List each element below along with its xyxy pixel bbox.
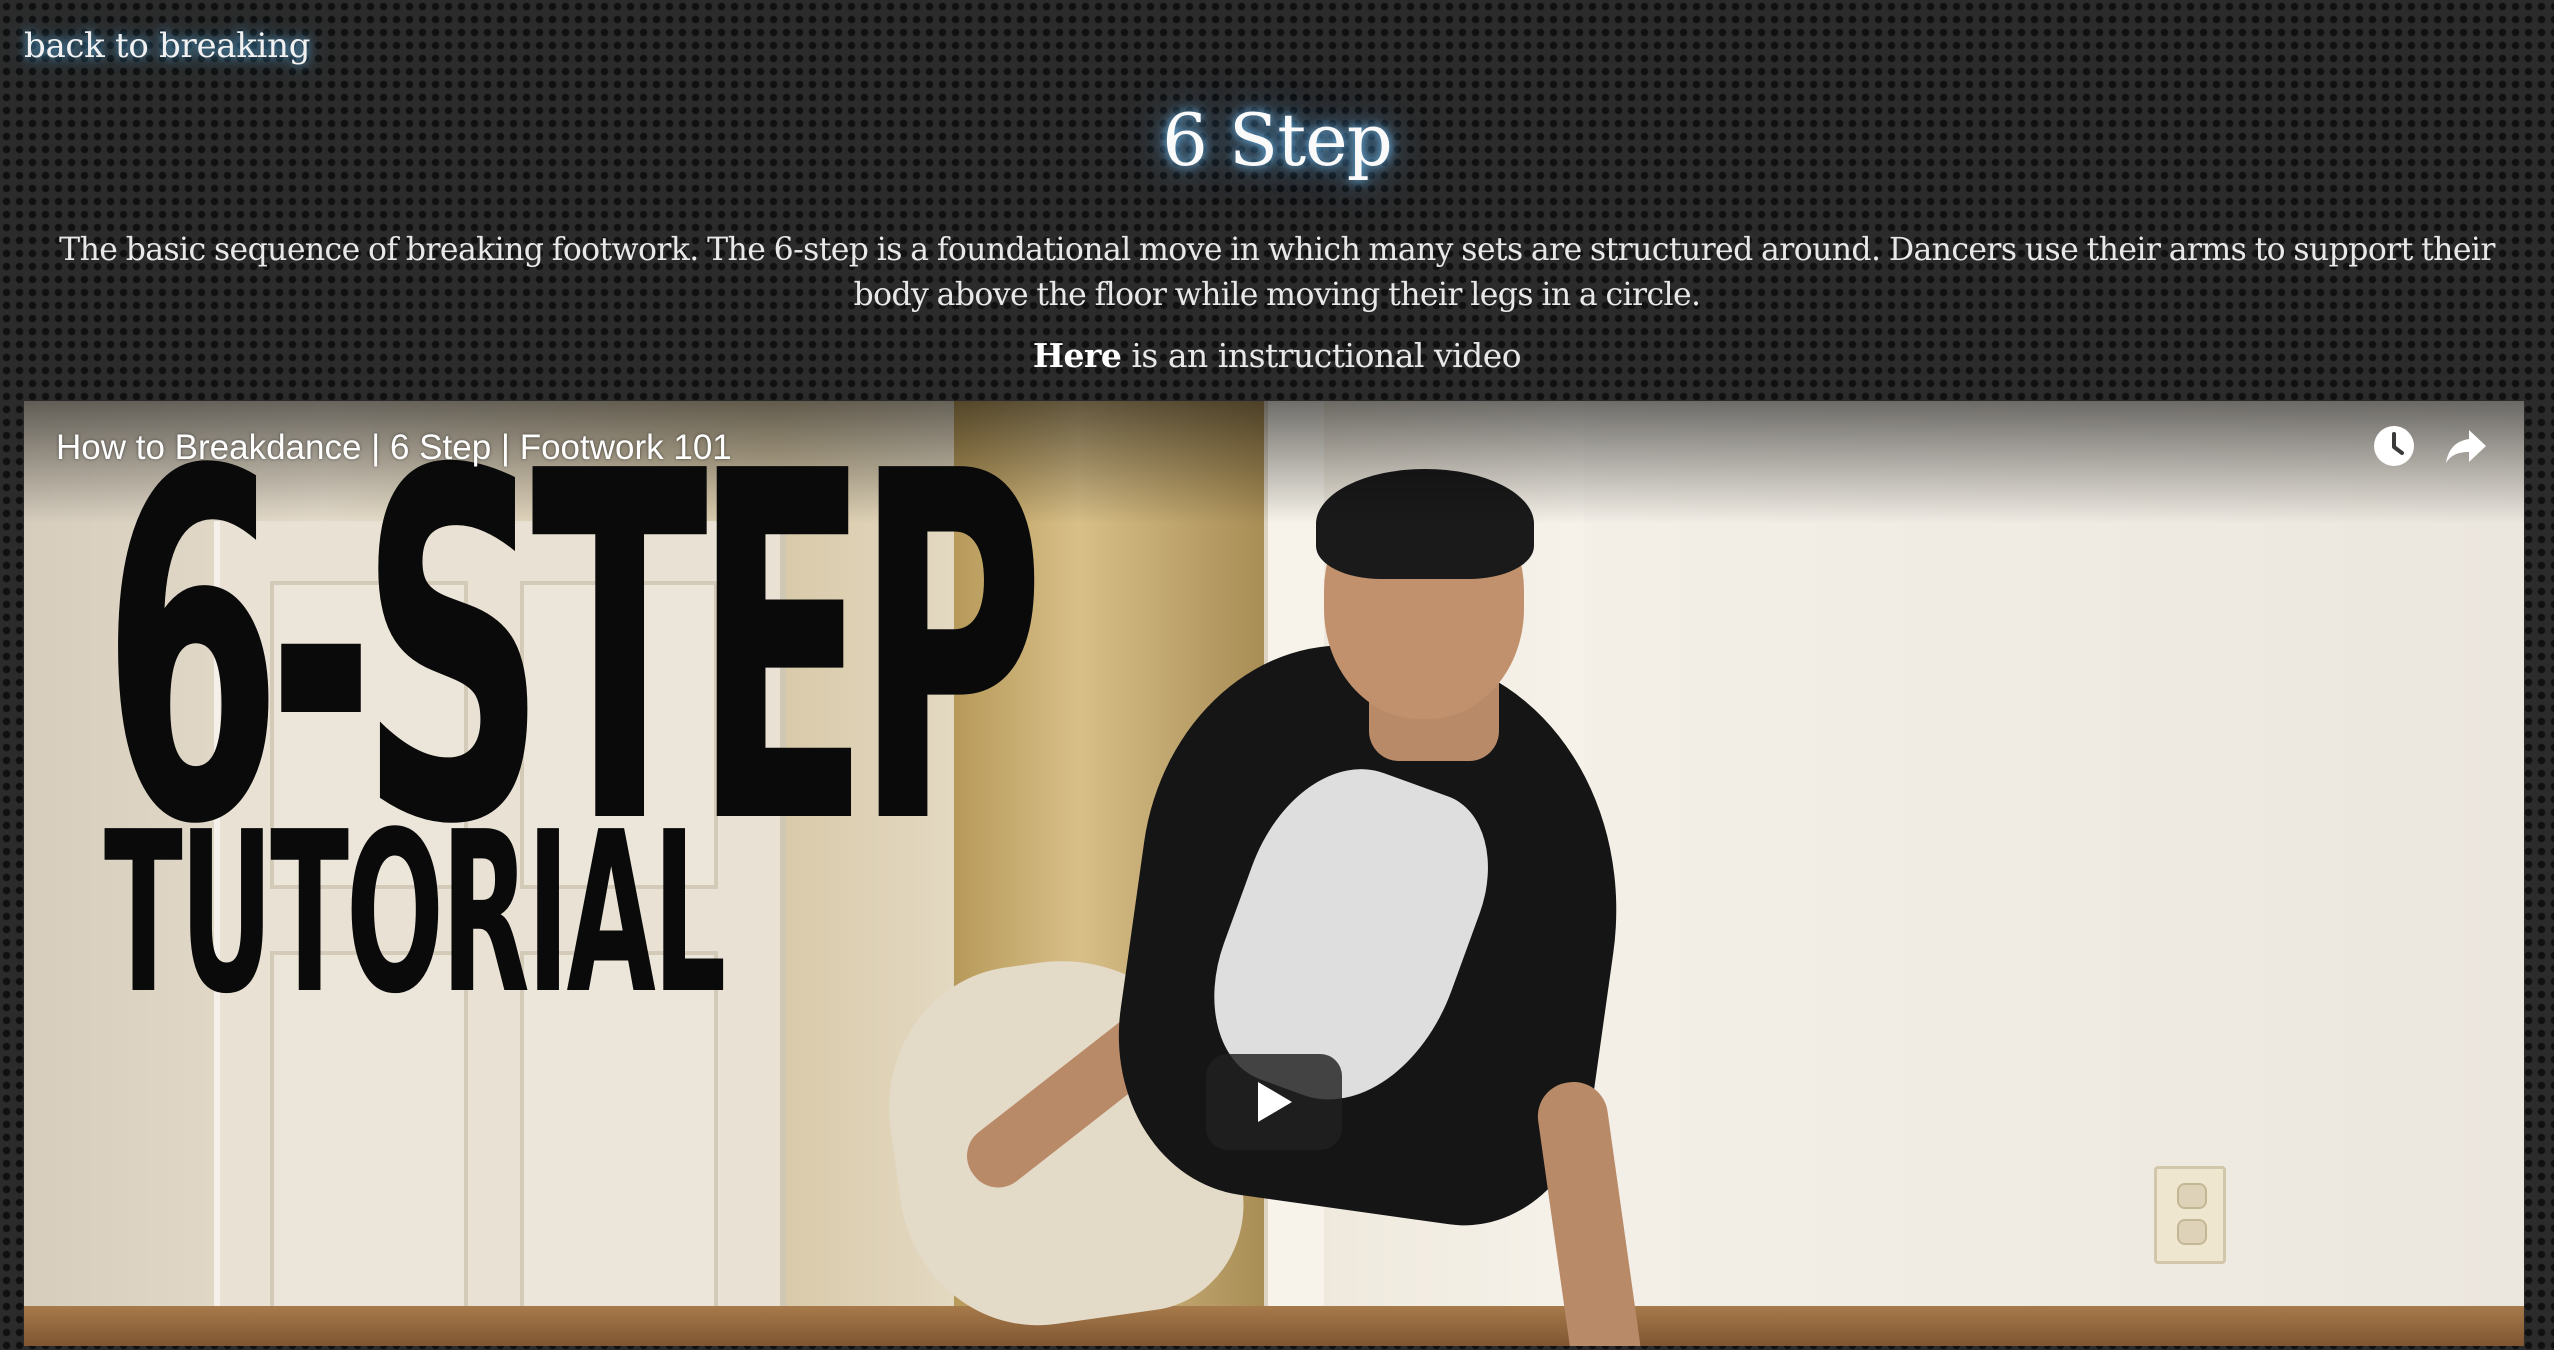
instructional-video-line: Here is an instructional video xyxy=(0,336,2554,375)
move-description: The basic sequence of breaking footwork.… xyxy=(59,232,2495,313)
youtube-video-embed[interactable]: 6-STEP TUTORIAL How to Breakdance | 6 St… xyxy=(24,401,2524,1346)
page-title: 6 Step xyxy=(1162,98,1393,182)
watch-later-button[interactable] xyxy=(2370,422,2418,470)
video-title-link[interactable]: How to Breakdance | 6 Step | Footwork 10… xyxy=(56,428,732,468)
play-icon xyxy=(1258,1082,1292,1122)
share-icon xyxy=(2446,430,2486,463)
here-link[interactable]: Here xyxy=(1033,336,1122,375)
thumbnail-subtitle: TUTORIAL xyxy=(104,785,726,1043)
watch-later-icon xyxy=(2374,426,2414,466)
play-button[interactable] xyxy=(1206,1054,1342,1150)
share-button[interactable] xyxy=(2442,422,2490,470)
video-line-text: is an instructional video xyxy=(1121,336,1522,375)
back-to-breaking-link[interactable]: back to breaking xyxy=(24,26,310,66)
